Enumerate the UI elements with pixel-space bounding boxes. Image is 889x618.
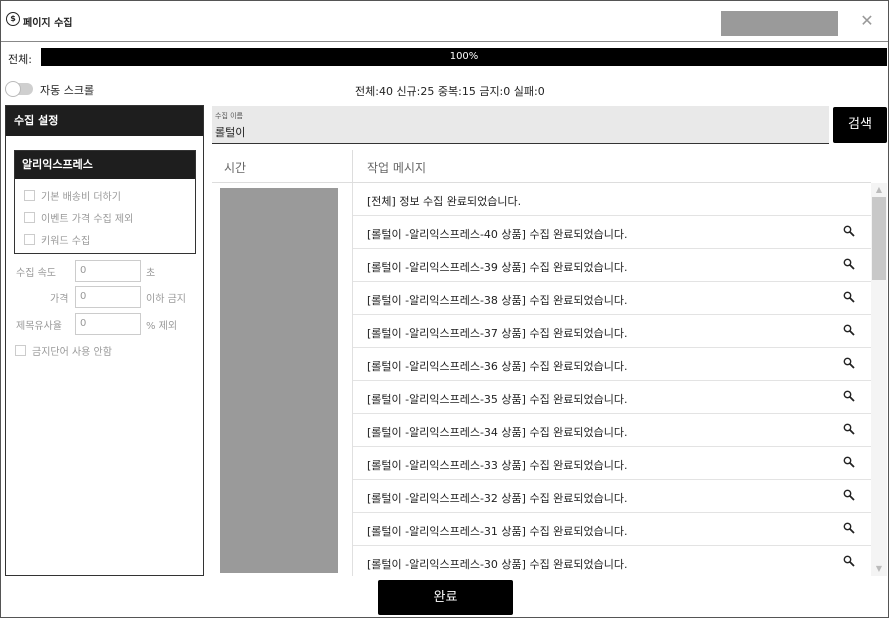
toggle-knob	[5, 81, 21, 97]
row-message: [롤털이 -알리익스프레스-34 상품] 수집 완료되었습니다.	[367, 426, 628, 439]
redacted-time-column	[220, 188, 338, 573]
aliexpress-header: 알리익스프레스	[15, 151, 195, 179]
checkbox-label: 금지단어 사용 안함	[32, 346, 112, 358]
row-message: [롤털이 -알리익스프레스-39 상품] 수집 완료되었습니다.	[367, 261, 628, 274]
table-row[interactable]: [전체] 정보 수집 완료되었습니다.	[353, 183, 871, 216]
settings-header: 수집 설정	[6, 106, 203, 136]
progress-label: 전체:	[8, 53, 32, 66]
redacted-block	[721, 11, 838, 36]
table-scrollbar[interactable]: ▲ ▼	[871, 183, 887, 576]
table-row[interactable]: [롤털이 -알리익스프레스-32 상품] 수집 완료되었습니다.	[353, 480, 871, 513]
magnifier-icon[interactable]	[843, 225, 855, 237]
checkbox-box[interactable]	[24, 211, 35, 223]
magnifier-icon[interactable]	[843, 423, 855, 435]
header-divider	[352, 150, 353, 183]
magnifier-icon[interactable]	[843, 291, 855, 303]
magnifier-icon[interactable]	[843, 357, 855, 369]
search-input[interactable]	[215, 125, 815, 138]
collect-stats: 전체:40 신규:25 중복:15 금지:0 실패:0	[355, 85, 545, 98]
magnifier-icon[interactable]	[843, 555, 855, 567]
collect-settings-panel: 수집 설정 알리익스프레스 기본 배송비 더하기 이벤트 가격 수집 제외 키워…	[5, 105, 204, 576]
similarity-row: 제목유사율 0 % 제외	[6, 313, 203, 335]
magnifier-icon[interactable]	[843, 522, 855, 534]
col-message: 작업 메시지	[367, 161, 427, 175]
checkbox-label: 이벤트 가격 수집 제외	[41, 213, 134, 225]
page-collect-window: $ 페이지 수집 ✕ 전체: 100% 자동 스크롤 전체:40 신규:25 중…	[0, 0, 889, 618]
speed-unit: 초	[146, 268, 156, 279]
magnifier-icon[interactable]	[843, 456, 855, 468]
row-message: [롤털이 -알리익스프레스-40 상품] 수집 완료되었습니다.	[367, 228, 628, 241]
done-button[interactable]: 완료	[378, 580, 513, 615]
price-input[interactable]: 0	[75, 286, 141, 308]
table-row[interactable]: [롤털이 -알리익스프레스-33 상품] 수집 완료되었습니다.	[353, 447, 871, 480]
table-row[interactable]: [롤털이 -알리익스프레스-35 상품] 수집 완료되었습니다.	[353, 381, 871, 414]
table-header: 시간 작업 메시지	[212, 150, 871, 183]
similarity-unit: % 제외	[146, 321, 178, 332]
close-icon[interactable]: ✕	[857, 11, 877, 31]
row-message: [롤털이 -알리익스프레스-36 상품] 수집 완료되었습니다.	[367, 360, 628, 373]
checkbox-exclude-event[interactable]: 이벤트 가격 수집 제외	[24, 209, 133, 225]
row-message: [롤털이 -알리익스프레스-30 상품] 수집 완료되었습니다.	[367, 558, 628, 571]
table-row[interactable]: [롤털이 -알리익스프레스-38 상품] 수집 완료되었습니다.	[353, 282, 871, 315]
scroll-down-icon[interactable]: ▼	[871, 562, 887, 576]
table-row[interactable]: [롤털이 -알리익스프레스-31 상품] 수집 완료되었습니다.	[353, 513, 871, 546]
search-area: 수집 이름	[212, 106, 829, 144]
scroll-up-icon[interactable]: ▲	[871, 183, 887, 197]
row-message: [롤털이 -알리익스프레스-32 상품] 수집 완료되었습니다.	[367, 492, 628, 505]
table-row[interactable]: [롤털이 -알리익스프레스-34 상품] 수집 완료되었습니다.	[353, 414, 871, 447]
row-message: [롤털이 -알리익스프레스-35 상품] 수집 완료되었습니다.	[367, 393, 628, 406]
price-row: 가격 0 이하 금지	[6, 286, 203, 308]
table-row[interactable]: [롤털이 -알리익스프레스-36 상품] 수집 완료되었습니다.	[353, 348, 871, 381]
price-label: 가격	[50, 294, 69, 305]
search-button[interactable]: 검색	[833, 107, 887, 143]
auto-scroll-label: 자동 스크롤	[40, 84, 95, 97]
magnifier-icon[interactable]	[843, 258, 855, 270]
checkbox-label: 기본 배송비 더하기	[41, 191, 121, 203]
search-caption: 수집 이름	[215, 112, 243, 120]
col-time: 시간	[224, 161, 247, 175]
checkbox-no-banned-words[interactable]: 금지단어 사용 안함	[15, 342, 112, 358]
checkbox-keyword[interactable]: 키워드 수집	[24, 231, 90, 247]
row-message: [롤털이 -알리익스프레스-37 상품] 수집 완료되었습니다.	[367, 327, 628, 340]
table-row[interactable]: [롤털이 -알리익스프레스-40 상품] 수집 완료되었습니다.	[353, 216, 871, 249]
speed-row: 수집 속도 0 초	[6, 260, 203, 282]
table-row[interactable]: [롤털이 -알리익스프레스-37 상품] 수집 완료되었습니다.	[353, 315, 871, 348]
magnifier-icon[interactable]	[843, 489, 855, 501]
row-message: [롤털이 -알리익스프레스-31 상품] 수집 완료되었습니다.	[367, 525, 628, 538]
table-row[interactable]: [롤털이 -알리익스프레스-30 상품] 수집 완료되었습니다.	[353, 546, 871, 576]
magnifier-icon[interactable]	[843, 324, 855, 336]
magnifier-icon[interactable]	[843, 390, 855, 402]
speed-label: 수집 속도	[16, 268, 56, 279]
checkbox-box[interactable]	[15, 344, 26, 356]
window-title: 페이지 수집	[23, 18, 73, 29]
row-message: [롤털이 -알리익스프레스-33 상품] 수집 완료되었습니다.	[367, 459, 628, 472]
checkbox-box[interactable]	[24, 233, 35, 245]
auto-scroll-toggle[interactable]	[5, 81, 33, 97]
table-row[interactable]: [롤털이 -알리익스프레스-39 상품] 수집 완료되었습니다.	[353, 249, 871, 282]
checkbox-box[interactable]	[24, 189, 35, 201]
checkbox-base-shipping[interactable]: 기본 배송비 더하기	[24, 187, 121, 203]
title-bar: $ 페이지 수집 ✕	[1, 1, 888, 42]
checkbox-label: 키워드 수집	[41, 235, 91, 247]
price-unit: 이하 금지	[146, 294, 186, 305]
similarity-label: 제목유사율	[16, 321, 62, 332]
progress-bar: 100%	[41, 48, 887, 66]
row-message: [전체] 정보 수집 완료되었습니다.	[367, 195, 522, 208]
speed-input[interactable]: 0	[75, 260, 141, 282]
app-icon: $	[6, 12, 20, 26]
progress-percent: 100%	[449, 51, 479, 62]
similarity-input[interactable]: 0	[75, 313, 141, 335]
log-table: 시간 작업 메시지 [전체] 정보 수집 완료되었습니다. [롤털이 -알리익스프…	[212, 150, 887, 576]
aliexpress-box: 알리익스프레스 기본 배송비 더하기 이벤트 가격 수집 제외 키워드 수집	[14, 150, 196, 254]
scroll-thumb[interactable]	[872, 197, 886, 280]
row-message: [롤털이 -알리익스프레스-38 상품] 수집 완료되었습니다.	[367, 294, 628, 307]
